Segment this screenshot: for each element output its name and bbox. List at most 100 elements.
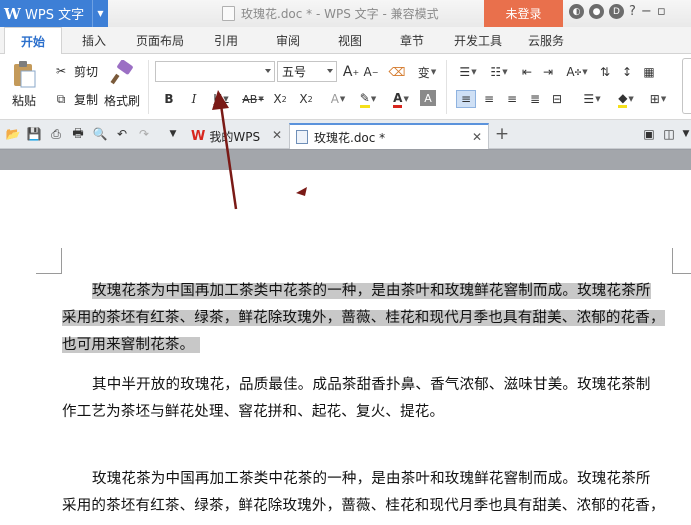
print-preview-icon[interactable]: 🔍: [91, 125, 109, 143]
split-icon[interactable]: ◫: [660, 125, 678, 143]
tab-insert[interactable]: 插入: [70, 27, 118, 54]
tab-my-wps-label: 我的WPS: [209, 129, 261, 144]
style-gallery[interactable]: [682, 58, 691, 114]
bold-icon[interactable]: B: [160, 90, 178, 108]
distributed-icon[interactable]: ⊟: [548, 90, 566, 108]
title-bar: W WPS 文字 ▼ 玫瑰花.doc * - WPS 文字 - 兼容模式 未登录…: [0, 0, 691, 27]
tab-view[interactable]: 视图: [326, 27, 374, 54]
underline-icon[interactable]: U ▼: [208, 90, 234, 108]
paste-label: 粘贴: [11, 94, 36, 108]
pinyin-icon[interactable]: 变 ▼: [414, 63, 440, 81]
skin-icon[interactable]: ◐: [569, 4, 584, 19]
copy-label: 复制: [74, 92, 99, 107]
strikethrough-icon[interactable]: AB ▼: [239, 90, 267, 108]
font-color-icon[interactable]: A ▼: [388, 90, 414, 108]
tab-page-layout[interactable]: 页面布局: [128, 27, 192, 54]
open-icon[interactable]: 📂: [4, 125, 22, 143]
bullets-icon[interactable]: ☰ ▼: [454, 63, 482, 81]
justify-icon[interactable]: ≣: [526, 90, 544, 108]
tab-developer[interactable]: 开发工具: [446, 27, 510, 54]
restore-icon[interactable]: ▫: [657, 4, 666, 19]
numbering-icon[interactable]: ☷ ▼: [485, 63, 513, 81]
tab-chapter[interactable]: 章节: [388, 27, 436, 54]
tab-home[interactable]: 开始: [4, 27, 62, 55]
export-pdf-icon[interactable]: ⎙: [47, 125, 65, 143]
grow-font-icon[interactable]: A +: [342, 63, 360, 81]
chinese-layout-icon[interactable]: ⇅: [596, 63, 614, 81]
paste-icon: [14, 61, 36, 88]
paragraph-1[interactable]: 玫瑰花茶为中国再加工茶类中花茶的一种，是由茶叶和玫瑰鲜花窨制而成。玫瑰花茶所 采…: [62, 278, 672, 359]
close-icon[interactable]: ✕: [472, 130, 482, 144]
show-marks-icon[interactable]: ▦: [640, 63, 658, 81]
chevron-down-icon[interactable]: ▼: [677, 125, 691, 143]
customize-qat-icon[interactable]: ▼: [164, 125, 182, 143]
save-icon[interactable]: 💾: [25, 125, 43, 143]
wps-logo-icon: W: [191, 128, 206, 144]
app-name: WPS 文字: [25, 8, 85, 23]
sort-icon[interactable]: ↕: [618, 63, 636, 81]
selected-text: 采用的茶坯有红茶、绿茶，鲜花除玫瑰外，蔷薇、桂花和现代月季也具有甜美、浓郁的花香…: [62, 310, 665, 326]
feedback-icon[interactable]: ●: [589, 4, 604, 19]
redo-icon[interactable]: ↷: [135, 125, 153, 143]
margin-corner-left: [36, 248, 62, 274]
chevron-down-icon: [327, 69, 333, 73]
ribbon-home: 粘贴 ✂ 剪切 ⧉ 复制 格式刷 五号 A + A − ⌫ 变 ▼ B I U ▼ AB…: [0, 54, 691, 120]
selected-text: 也可用来窨制花茶。: [62, 337, 201, 353]
print-icon[interactable]: 🖶: [69, 125, 87, 143]
text-line: 采用的茶坯有红茶、绿茶，鲜花除玫瑰外，蔷薇、桂花和现代月季也具有甜美、浓郁的花香…: [62, 498, 665, 514]
increase-indent-icon[interactable]: ⇥: [539, 63, 557, 81]
wps-app-menu[interactable]: W WPS 文字 ▼: [0, 0, 108, 27]
paragraph-2[interactable]: 其中半开放的玫瑰花，品质最佳。成品茶甜香扑鼻、香气浓郁、滋味甘美。玫瑰花茶制 作…: [62, 372, 672, 426]
text-direction-icon[interactable]: A ✣ ▼: [563, 63, 591, 81]
tab-my-wps[interactable]: W 我的WPS ✕: [185, 123, 288, 149]
menu-tabs: 开始 插入 页面布局 引用 审阅 视图 章节 开发工具 云服务: [0, 27, 691, 55]
minimize-icon[interactable]: −: [641, 4, 652, 19]
highlight-icon[interactable]: ✎ ▼: [355, 90, 381, 108]
chevron-down-icon[interactable]: ▼: [92, 0, 108, 27]
new-tab-icon[interactable]: +: [493, 124, 511, 144]
text-line: 作工艺为茶坯与鲜花处理、窨花拼和、起花、复火、提花。: [62, 404, 445, 420]
workspace-background: [0, 150, 691, 170]
text-effect-icon[interactable]: A ▼: [326, 90, 350, 108]
char-shading-icon[interactable]: A: [420, 90, 436, 106]
window-title: 玫瑰花.doc * - WPS 文字 - 兼容模式: [222, 5, 439, 22]
scissors-icon: ✂: [55, 64, 67, 78]
align-center-icon[interactable]: ≡: [480, 90, 498, 108]
tab-cloud[interactable]: 云服务: [518, 27, 574, 54]
font-size-select[interactable]: 五号: [277, 61, 337, 82]
undo-icon[interactable]: ↶: [113, 125, 131, 143]
borders-icon[interactable]: ⊞ ▼: [644, 90, 672, 108]
close-icon[interactable]: ✕: [272, 128, 282, 142]
cut-button[interactable]: ✂ 剪切: [52, 62, 98, 80]
paragraph-3[interactable]: 玫瑰花茶为中国再加工茶类中花茶的一种，是由茶叶和玫瑰鲜花窨制而成。玫瑰花茶所 采…: [62, 466, 672, 520]
superscript-icon[interactable]: X2: [271, 90, 289, 108]
decrease-indent-icon[interactable]: ⇤: [518, 63, 536, 81]
font-size-value: 五号: [282, 65, 307, 79]
clear-format-icon[interactable]: ⌫: [388, 63, 406, 81]
italic-icon[interactable]: I: [185, 90, 203, 108]
align-left-icon[interactable]: ≡: [456, 90, 476, 108]
tab-review[interactable]: 审阅: [264, 27, 312, 54]
shading-icon[interactable]: ◆ ▼: [612, 90, 640, 108]
tab-document[interactable]: 玫瑰花.doc * ✕: [289, 123, 489, 149]
copy-button[interactable]: ⧉ 复制: [52, 90, 98, 108]
login-button[interactable]: 未登录: [484, 0, 563, 27]
help-icon[interactable]: ?: [629, 4, 636, 19]
shrink-font-icon[interactable]: A −: [362, 63, 380, 81]
format-painter-button[interactable]: 格式刷: [102, 60, 142, 109]
cut-label: 剪切: [74, 64, 99, 79]
subscript-icon[interactable]: X2: [297, 90, 315, 108]
margin-corner-right: [672, 248, 691, 274]
quick-access-bar: 📂 💾 ⎙ 🖶 🔍 ↶ ↷ ▼ W 我的WPS ✕ 玫瑰花.doc * ✕ + …: [0, 120, 691, 149]
align-right-icon[interactable]: ≡: [503, 90, 521, 108]
screen-icon[interactable]: ▣: [640, 125, 658, 143]
copy-icon: ⧉: [56, 91, 66, 106]
chevron-down-icon: [265, 69, 271, 73]
font-name-select[interactable]: [155, 61, 275, 82]
line-spacing-icon[interactable]: ☰ ▼: [578, 90, 606, 108]
tab-references[interactable]: 引用: [202, 27, 250, 54]
document-page[interactable]: 玫瑰花茶为中国再加工茶类中花茶的一种，是由茶叶和玫瑰鲜花窨制而成。玫瑰花茶所 采…: [0, 170, 691, 525]
share-icon[interactable]: D: [609, 4, 624, 19]
title-bar-icons: ◐ ● D ? − ▫: [569, 4, 666, 19]
paste-button[interactable]: 粘贴: [6, 60, 42, 109]
